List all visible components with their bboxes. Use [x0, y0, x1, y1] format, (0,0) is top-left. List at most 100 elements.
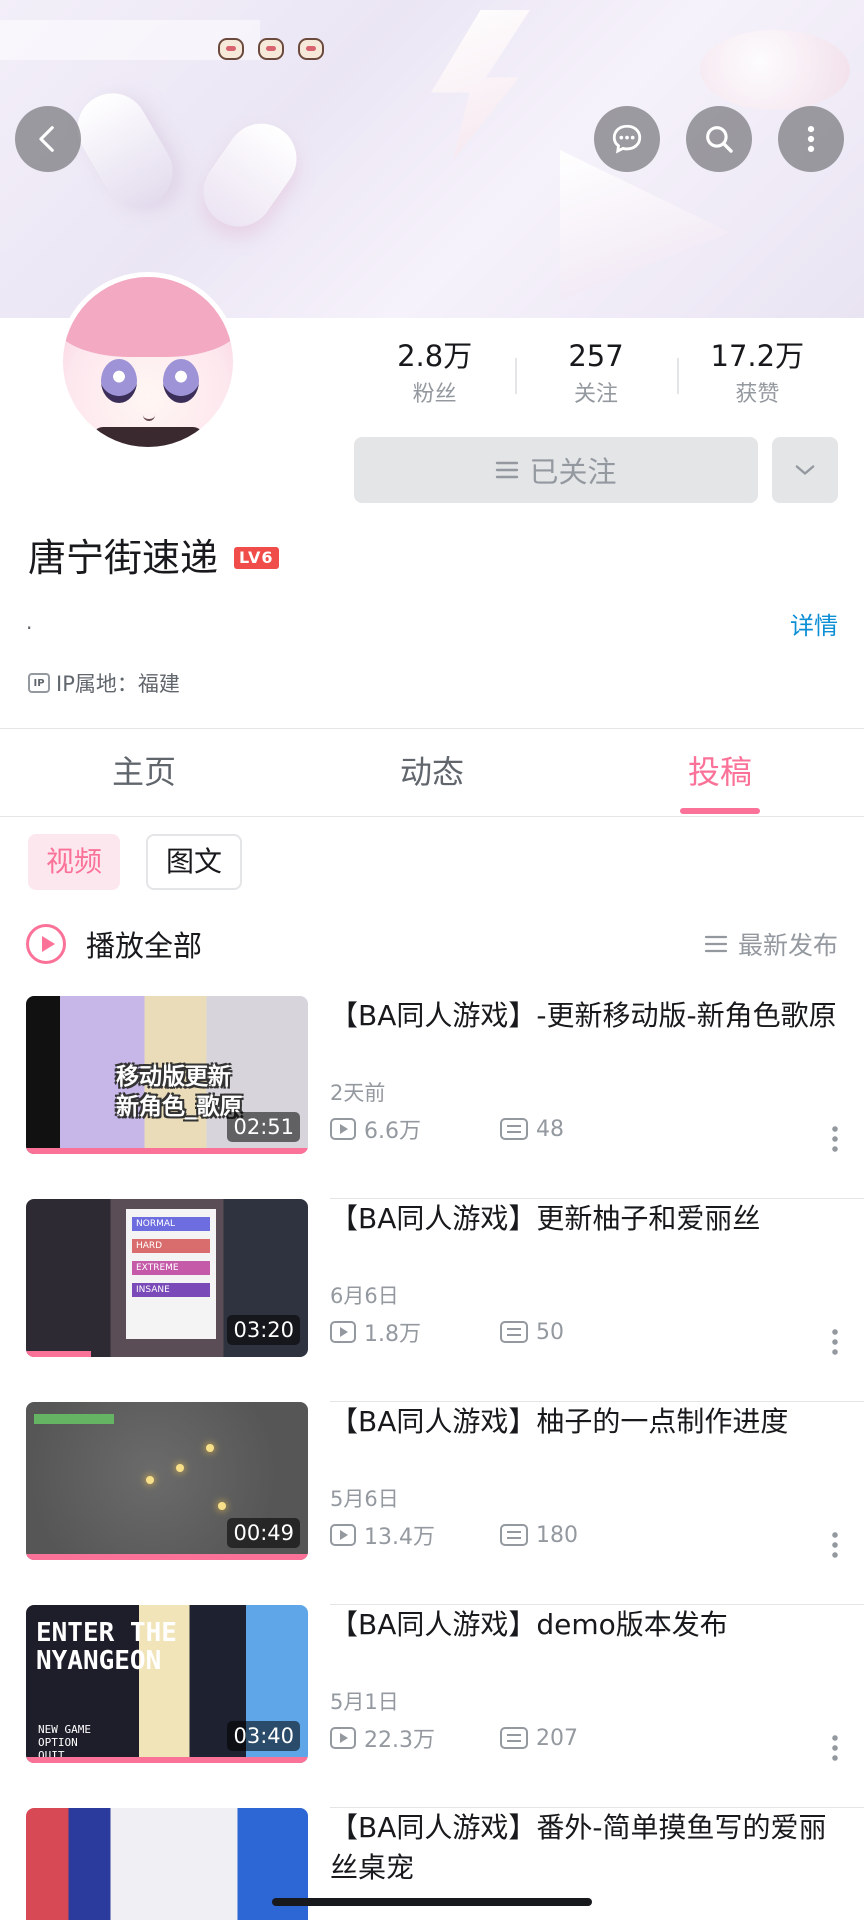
video-thumbnail[interactable]: NORMAL HARD EXTREME INSANE 03:20: [26, 1199, 308, 1357]
video-duration: 00:49: [227, 1518, 300, 1548]
chevron-left-icon: [39, 126, 54, 152]
expand-dropdown-button[interactable]: [772, 437, 838, 503]
message-button[interactable]: [594, 106, 660, 172]
sticker-icon: [298, 38, 324, 60]
play-count-icon: [330, 1524, 356, 1546]
chip-video[interactable]: 视频: [28, 834, 121, 890]
watch-progress-bar: [26, 1148, 308, 1154]
user-signature: .: [26, 610, 33, 634]
avatar-image: [63, 277, 233, 447]
divider: [0, 728, 864, 729]
banner-decoration: [700, 30, 850, 110]
more-vertical-icon: [807, 125, 815, 153]
sort-icon: [704, 935, 728, 953]
video-date: 2天前: [330, 1081, 386, 1105]
more-options-icon[interactable]: [832, 1530, 838, 1558]
banner-decoration: [189, 109, 311, 241]
stat-followers[interactable]: 2.8万 粉丝: [354, 336, 515, 416]
video-meta: 13.4万 180: [330, 1520, 840, 1550]
thumbnail-caption: 移动版更新 新角色_歌原: [116, 1064, 243, 1120]
video-title[interactable]: 【BA同人游戏】柚子的一点制作进度: [330, 1402, 840, 1482]
profile-tabs: 主页 动态 投稿: [0, 742, 864, 814]
video-info: 【BA同人游戏】柚子的一点制作进度 5月6日 13.4万 180: [330, 1402, 840, 1550]
video-item[interactable]: ENTER THE NYANGEON NEW GAME OPTION QUIT …: [0, 1605, 864, 1808]
stat-value: 2.8万: [397, 339, 473, 373]
play-all-button[interactable]: 播放全部: [86, 923, 202, 965]
profile-name-row: 唐宁街速递 LV6: [28, 530, 279, 586]
video-duration: 03:20: [227, 1315, 300, 1345]
stat-label: 获赞: [735, 382, 780, 407]
danmaku-icon: [500, 1321, 528, 1343]
more-options-icon[interactable]: [832, 1124, 838, 1152]
tab-dynamics[interactable]: 动态: [288, 742, 576, 814]
video-duration: 03:40: [227, 1721, 300, 1751]
video-duration: 02:51: [227, 1112, 300, 1142]
sort-button[interactable]: 最新发布: [704, 926, 838, 962]
video-date: 5月1日: [330, 1690, 399, 1714]
menu-icon: [496, 461, 519, 479]
content-type-filter: 视频 图文: [28, 834, 243, 890]
more-options-icon[interactable]: [832, 1733, 838, 1761]
video-info: 【BA同人游戏】demo版本发布 5月1日 22.3万 207: [330, 1605, 840, 1753]
home-indicator[interactable]: [272, 1898, 592, 1906]
video-date: 5月6日: [330, 1487, 399, 1511]
video-item[interactable]: 00:49 【BA同人游戏】柚子的一点制作进度 5月6日 13.4万 180: [0, 1402, 864, 1605]
ip-location: IP IP属地：福建: [28, 668, 180, 698]
details-link[interactable]: 详情: [790, 606, 838, 641]
video-title[interactable]: 【BA同人游戏】demo版本发布: [330, 1605, 840, 1685]
tab-uploads[interactable]: 投稿: [576, 742, 864, 814]
divider: [0, 816, 864, 817]
more-options-icon[interactable]: [832, 1327, 838, 1355]
search-icon: [706, 126, 733, 153]
banner-decoration: [64, 80, 186, 220]
more-button[interactable]: [778, 106, 844, 172]
video-meta: 6.6万 48: [330, 1114, 840, 1144]
video-thumbnail[interactable]: 00:49: [26, 1402, 308, 1560]
view-count: 1.8万: [364, 1322, 421, 1347]
chat-bubble-icon: [612, 124, 642, 154]
play-count-icon: [330, 1118, 356, 1140]
stat-following[interactable]: 257 关注: [515, 336, 676, 416]
video-title[interactable]: 【BA同人游戏】-更新移动版-新角色歌原: [330, 996, 840, 1076]
difficulty-menu: NORMAL HARD EXTREME INSANE: [126, 1209, 216, 1339]
sticker-icon: [218, 38, 244, 60]
video-title[interactable]: 【BA同人游戏】番外-简单摸鱼写的爱丽丝桌宠: [330, 1808, 840, 1888]
ip-location-text: IP属地：福建: [56, 672, 180, 696]
video-thumbnail[interactable]: 移动版更新 新角色_歌原 02:51: [26, 996, 308, 1154]
search-button[interactable]: [686, 106, 752, 172]
back-button[interactable]: [15, 106, 81, 172]
play-count-icon: [330, 1727, 356, 1749]
play-circle-icon[interactable]: [26, 924, 66, 964]
profile-stats: 2.8万 粉丝 257 关注 17.2万 获赞: [354, 336, 838, 416]
danmaku-count: 207: [536, 1725, 578, 1751]
chip-image-text[interactable]: 图文: [146, 834, 243, 890]
sort-label: 最新发布: [737, 931, 838, 960]
video-info: 【BA同人游戏】番外-简单摸鱼写的爱丽丝桌宠: [330, 1808, 840, 1888]
video-item[interactable]: NORMAL HARD EXTREME INSANE 03:20 【BA同人游戏…: [0, 1199, 864, 1402]
watch-progress-bar: [26, 1757, 308, 1763]
video-item[interactable]: 移动版更新 新角色_歌原 02:51 【BA同人游戏】-更新移动版-新角色歌原 …: [0, 996, 864, 1199]
danmaku-icon: [500, 1727, 528, 1749]
stat-likes[interactable]: 17.2万 获赞: [676, 336, 838, 416]
video-thumbnail[interactable]: ENTER THE NYANGEON NEW GAME OPTION QUIT …: [26, 1605, 308, 1763]
followed-button[interactable]: 已关注: [354, 437, 758, 503]
danmaku-count: 50: [536, 1319, 564, 1345]
ip-icon: IP: [28, 673, 50, 693]
banner-lightning-decoration: [431, 10, 530, 160]
sticker-icon: [258, 38, 284, 60]
game-hp-bar: [34, 1414, 114, 1424]
view-count: 22.3万: [364, 1728, 435, 1753]
banner-play-triangle-decoration: [560, 150, 730, 300]
view-count: 13.4万: [364, 1525, 435, 1550]
video-info: 【BA同人游戏】更新柚子和爱丽丝 6月6日 1.8万 50: [330, 1199, 840, 1347]
avatar[interactable]: [58, 272, 238, 452]
video-title[interactable]: 【BA同人游戏】更新柚子和爱丽丝: [330, 1199, 840, 1279]
stat-label: 关注: [573, 382, 618, 407]
tab-home[interactable]: 主页: [0, 742, 288, 814]
video-thumbnail[interactable]: [26, 1808, 308, 1920]
video-date: 6月6日: [330, 1284, 399, 1308]
watch-progress-bar: [26, 1554, 308, 1560]
video-meta: 1.8万 50: [330, 1317, 840, 1347]
banner-stickers: [218, 38, 324, 60]
level-badge: LV6: [234, 547, 279, 569]
